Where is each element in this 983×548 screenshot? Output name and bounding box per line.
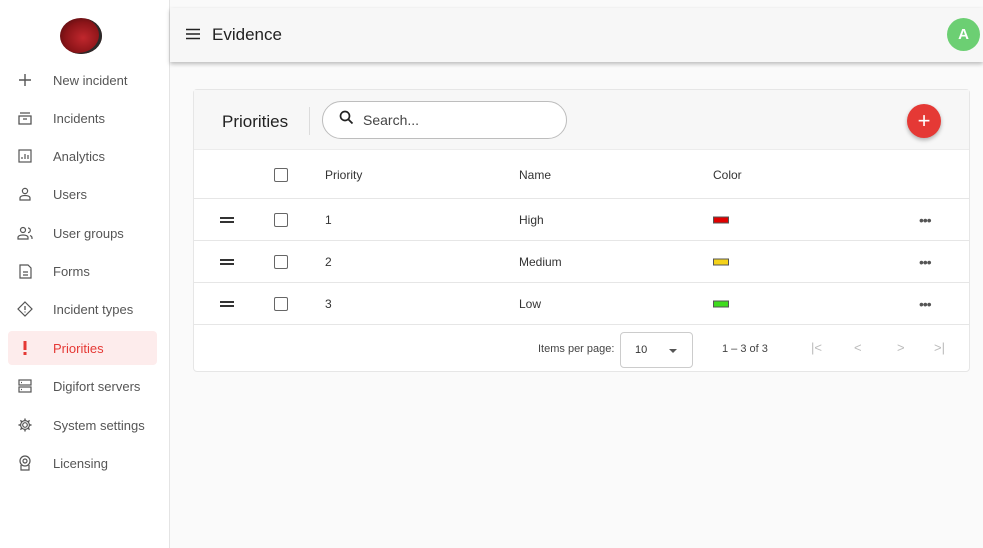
table-row[interactable]: 1 High •••	[194, 199, 969, 241]
app-title: Evidence	[212, 25, 282, 44]
first-page-button[interactable]: |<	[811, 340, 822, 355]
page-size-value: 10	[635, 344, 648, 356]
color-swatch	[713, 258, 729, 265]
sidebar-item-users[interactable]: Users	[8, 177, 157, 211]
form-icon	[10, 263, 40, 279]
sidebar-item-priorities[interactable]: Priorities	[8, 331, 157, 365]
priority-cell: 2	[325, 254, 332, 269]
color-swatch	[713, 216, 729, 223]
table-header-row: Priority Name Color	[194, 151, 969, 199]
sidebar-item-analytics[interactable]: Analytics	[8, 139, 157, 173]
paginator: Items per page: 10 1 – 3 of 3 |< < > >|	[194, 327, 969, 371]
page-range-label: 1 – 3 of 3	[722, 343, 768, 355]
sidebar-item-licensing[interactable]: Licensing	[8, 446, 157, 480]
card-header: Priorities +	[194, 90, 969, 150]
sidebar-item-label: System settings	[53, 417, 145, 433]
items-per-page-label: Items per page:	[538, 343, 615, 355]
sidebar-item-label: Digifort servers	[53, 378, 141, 394]
next-page-button[interactable]: >	[897, 340, 905, 355]
previous-page-button[interactable]: <	[854, 340, 862, 355]
user-icon	[10, 187, 40, 201]
column-header-priority[interactable]: Priority	[325, 168, 362, 182]
add-priority-button[interactable]: +	[907, 104, 941, 138]
sidebar-item-label: New incident	[53, 72, 128, 88]
sidebar-item-label: Incidents	[53, 110, 106, 126]
row-checkbox[interactable]	[274, 254, 288, 269]
sidebar-item-label: Users	[53, 186, 87, 202]
incidents-icon	[10, 111, 40, 125]
sidebar-item-digifort-servers[interactable]: Digifort servers	[8, 369, 157, 403]
sidebar-item-label: Priorities	[53, 340, 104, 356]
sidebar-item-label: Incident types	[53, 301, 134, 317]
license-icon	[10, 455, 40, 471]
more-options-icon[interactable]: •••	[919, 212, 932, 228]
analytics-icon	[10, 149, 40, 163]
sidebar: New incident Incidents Analytics Users U	[0, 0, 170, 548]
name-cell: High	[519, 212, 544, 227]
column-header-name[interactable]: Name	[519, 168, 551, 182]
priority-cell: 3	[325, 296, 332, 311]
page-title: Priorities	[222, 112, 289, 131]
drag-handle-icon[interactable]	[220, 216, 234, 223]
server-icon	[10, 379, 40, 393]
drag-handle-icon[interactable]	[220, 258, 234, 265]
header-divider	[309, 107, 310, 135]
plus-icon	[10, 73, 40, 87]
more-options-icon[interactable]: •••	[919, 254, 932, 270]
sidebar-item-incident-types[interactable]: Incident types	[8, 292, 157, 326]
sidebar-item-new-incident[interactable]: New incident	[8, 63, 157, 97]
column-header-color[interactable]: Color	[713, 168, 742, 182]
table-row[interactable]: 2 Medium •••	[194, 241, 969, 283]
more-options-icon[interactable]: •••	[919, 296, 932, 312]
sidebar-item-label: User groups	[53, 225, 124, 241]
color-swatch	[713, 300, 729, 307]
top-bar: Evidence A	[170, 8, 983, 62]
drag-handle-icon[interactable]	[220, 300, 234, 307]
hamburger-menu-icon[interactable]	[185, 27, 201, 46]
gear-icon	[10, 417, 40, 433]
sidebar-item-label: Licensing	[53, 455, 108, 471]
sidebar-item-incidents[interactable]: Incidents	[8, 101, 157, 135]
sidebar-item-forms[interactable]: Forms	[8, 254, 157, 288]
chevron-down-icon	[669, 349, 677, 353]
row-checkbox[interactable]	[274, 212, 288, 227]
priorities-card: Priorities + Priority Name Color 1 High	[193, 89, 970, 372]
app-logo	[60, 18, 102, 54]
name-cell: Low	[519, 296, 542, 311]
user-groups-icon	[10, 226, 40, 240]
last-page-button[interactable]: >|	[934, 340, 945, 355]
sidebar-item-system-settings[interactable]: System settings	[8, 408, 157, 442]
app: New incident Incidents Analytics Users U	[0, 0, 983, 548]
table-row[interactable]: 3 Low •••	[194, 283, 969, 325]
sidebar-item-label: Forms	[53, 263, 90, 279]
row-checkbox[interactable]	[274, 296, 288, 311]
incident-types-icon	[10, 301, 40, 317]
search-icon	[339, 110, 354, 130]
name-cell: Medium	[519, 254, 562, 269]
priority-cell: 1	[325, 212, 332, 227]
select-all-checkbox[interactable]	[274, 167, 288, 182]
exclamation-icon	[10, 340, 40, 356]
page-size-select[interactable]: 10	[620, 332, 693, 368]
search-input[interactable]	[363, 112, 543, 128]
search-box[interactable]	[322, 101, 567, 139]
sidebar-item-user-groups[interactable]: User groups	[8, 216, 157, 250]
user-avatar[interactable]: A	[947, 18, 980, 51]
sidebar-item-label: Analytics	[53, 148, 106, 164]
